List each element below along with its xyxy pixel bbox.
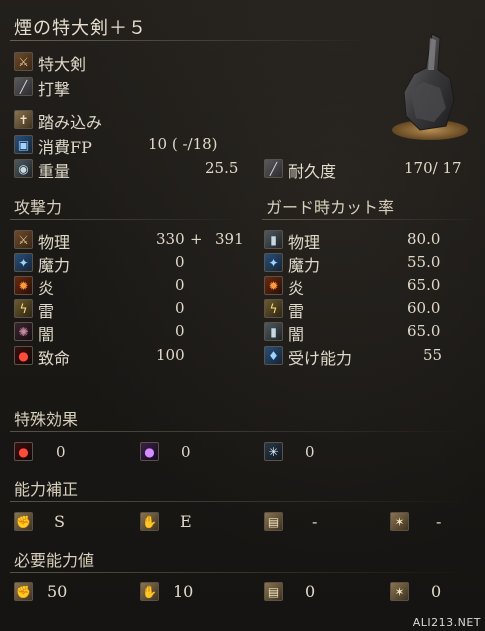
guard-physical-value: 80.0	[407, 230, 441, 248]
requirements-header: 必要能力値	[14, 551, 95, 570]
magic-guard-icon: ✦	[264, 253, 283, 272]
guard-stability-label: 受け能力	[288, 349, 353, 368]
durability-label: 耐久度	[288, 162, 337, 181]
attack-magic-value: 0	[175, 253, 185, 271]
weight-value: 25.5	[205, 159, 239, 177]
attack-critical-value: 100	[156, 346, 185, 364]
dark-attack-icon: ✺	[14, 322, 33, 341]
scaling-strength-value: S	[54, 512, 65, 531]
watermark: ALI213.NET	[412, 616, 481, 629]
attack-fire-value: 0	[175, 276, 185, 294]
lightning-guard-icon: ϟ	[264, 299, 283, 318]
dexterity-req-icon: ✋	[140, 582, 159, 601]
weight-icon: ◉	[14, 159, 33, 178]
fire-guard-icon: ✹	[264, 276, 283, 295]
special-poison-value: 0	[181, 443, 191, 461]
attack-lightning-value: 0	[175, 299, 185, 317]
skill-icon: ✝	[14, 110, 33, 129]
guard-divider	[262, 219, 482, 220]
special-bleed-value: 0	[56, 443, 66, 461]
attack-lightning-label: 雷	[38, 302, 55, 321]
physical-attack-icon: ⚔	[14, 230, 33, 249]
greatsword-icon: ⚔	[14, 52, 33, 71]
physical-guard-icon: ▮	[264, 230, 283, 249]
requirements-divider	[10, 572, 470, 573]
fp-icon: ▣	[14, 135, 33, 154]
durability-value: 170/ 17	[404, 159, 462, 177]
scaling-header: 能力補正	[14, 480, 79, 499]
intelligence-icon: ▤	[264, 512, 283, 531]
attack-header: 攻撃力	[14, 198, 63, 217]
strike-icon: ╱	[14, 77, 33, 96]
scaling-intelligence-value: -	[312, 512, 318, 531]
frost-icon: ✳	[264, 442, 283, 461]
durability-icon: ╱	[264, 159, 283, 178]
attack-critical-label: 致命	[38, 349, 71, 368]
strength-req-icon: ✊	[14, 582, 33, 601]
intelligence-req-icon: ▤	[264, 582, 283, 601]
attack-dark-value: 0	[175, 322, 185, 340]
weapon-name: 煙の特大剣＋５	[14, 18, 147, 39]
special-header: 特殊効果	[14, 410, 79, 429]
guard-dark-value: 65.0	[407, 322, 441, 340]
req-strength-value: 50	[47, 582, 68, 601]
faith-req-icon: ✶	[390, 582, 409, 601]
req-intelligence-value: 0	[305, 582, 316, 601]
guard-header: ガード時カット率	[266, 198, 395, 217]
weapon-type: 特大剣	[38, 55, 87, 74]
attack-physical-value: 391	[215, 230, 244, 248]
dark-guard-icon: ▮	[264, 322, 283, 341]
guard-magic-value: 55.0	[407, 253, 441, 271]
guard-lightning-label: 雷	[288, 302, 305, 321]
attack-fire-label: 炎	[38, 279, 55, 298]
guard-magic-label: 魔力	[288, 256, 321, 275]
faith-icon: ✶	[390, 512, 409, 531]
guard-dark-label: 闇	[288, 325, 305, 344]
poison-icon: ●	[140, 442, 159, 461]
critical-icon: ●	[14, 346, 33, 365]
attack-type: 打撃	[38, 80, 71, 99]
lightning-attack-icon: ϟ	[14, 299, 33, 318]
attack-dark-label: 闇	[38, 325, 55, 344]
guard-fire-label: 炎	[288, 279, 305, 298]
scaling-faith-value: -	[436, 512, 442, 531]
strength-icon: ✊	[14, 512, 33, 531]
guard-fire-value: 65.0	[407, 276, 441, 294]
attack-physical-label: 物理	[38, 233, 71, 252]
attack-physical-plus: +	[190, 230, 203, 248]
special-frost-value: 0	[305, 443, 315, 461]
fire-attack-icon: ✹	[14, 276, 33, 295]
scaling-divider	[10, 501, 470, 502]
guard-lightning-value: 60.0	[407, 299, 441, 317]
fp-label: 消費FP	[38, 138, 92, 157]
scaling-dexterity-value: E	[180, 512, 192, 531]
guard-stability-value: 55	[423, 346, 443, 364]
weight-label: 重量	[38, 162, 71, 181]
magic-attack-icon: ✦	[14, 253, 33, 272]
req-dexterity-value: 10	[173, 582, 194, 601]
attack-physical-base: 330	[156, 230, 185, 248]
bleed-icon: ●	[14, 442, 33, 461]
attack-magic-label: 魔力	[38, 256, 71, 275]
special-divider	[10, 431, 470, 432]
attack-divider	[10, 219, 240, 220]
weapon-detail-panel: 煙の特大剣＋５ ⚔ 特大剣 ╱ 打撃 ✝ 踏み込み ▣ 消費FP 10 ( -/…	[0, 0, 485, 631]
stability-icon: ♦	[264, 346, 283, 365]
weapon-skill: 踏み込み	[38, 113, 103, 132]
guard-physical-label: 物理	[288, 233, 321, 252]
title-divider	[10, 40, 370, 41]
weapon-image	[392, 33, 468, 140]
fp-value: 10 ( -/18)	[148, 135, 218, 153]
req-faith-value: 0	[431, 582, 442, 601]
dexterity-icon: ✋	[140, 512, 159, 531]
